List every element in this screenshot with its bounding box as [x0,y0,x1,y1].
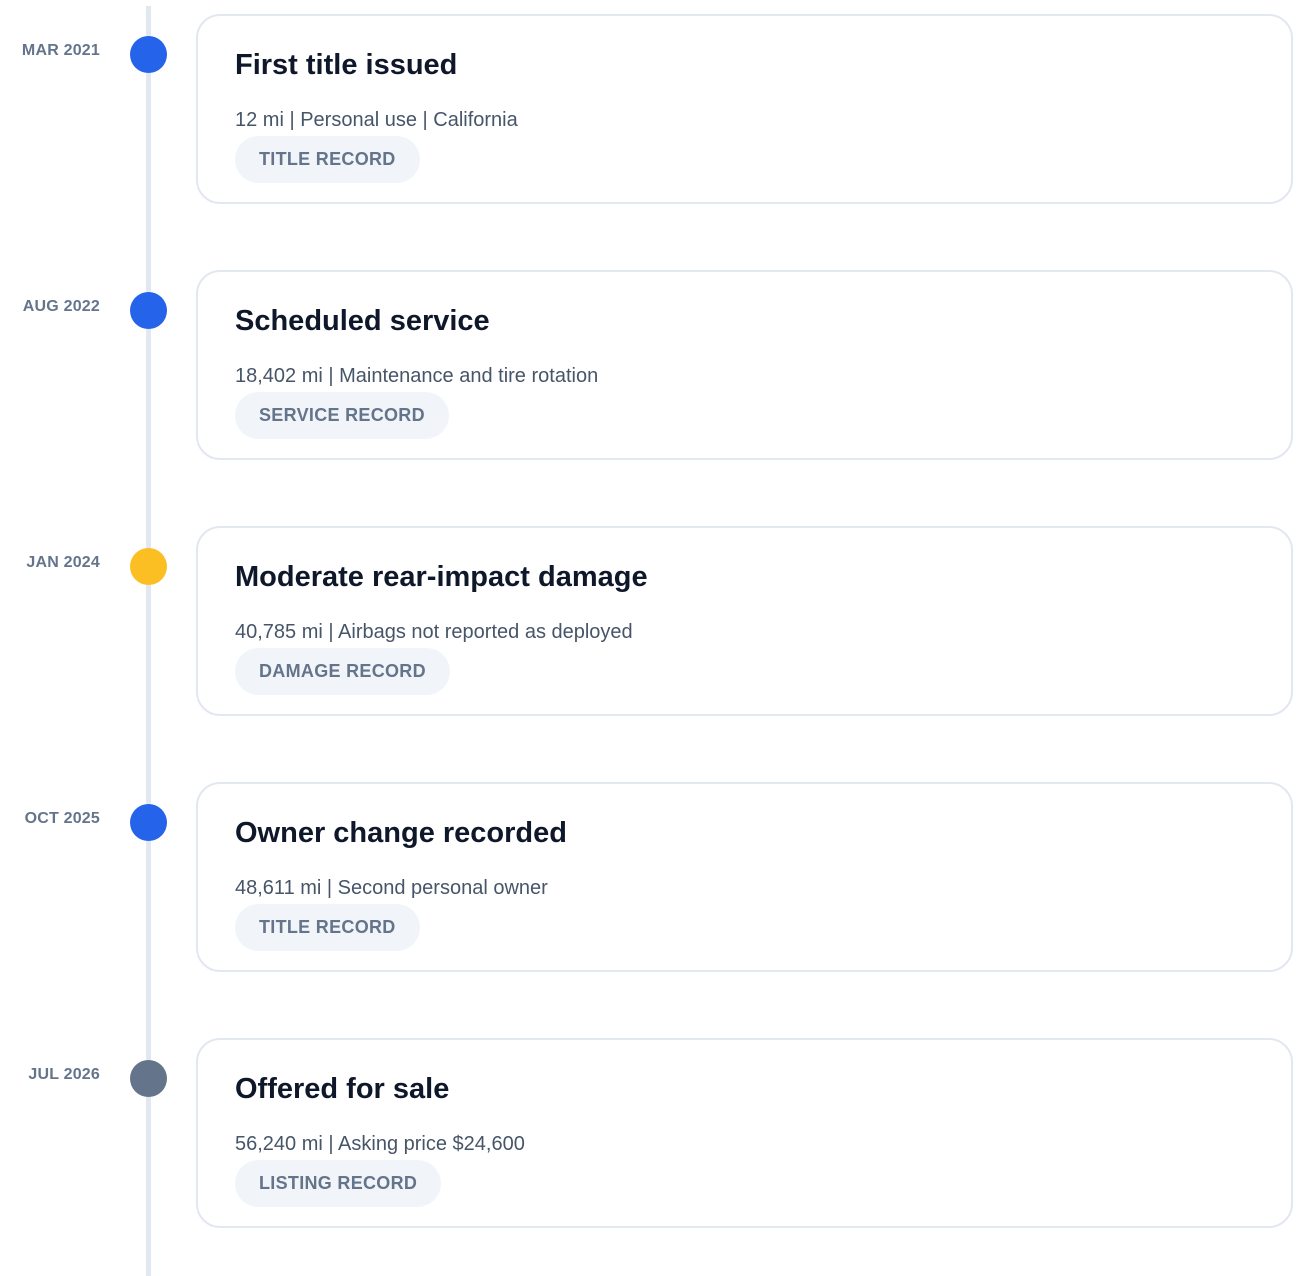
status-dot-icon [130,548,167,585]
event-title: Owner change recorded [235,817,567,849]
event-detail: 12 mi | Personal use | California [235,109,518,131]
record-type-badge: SERVICE RECORD [235,392,449,439]
record-type-badge: DAMAGE RECORD [235,648,450,695]
status-dot-icon [130,1060,167,1097]
timeline-entry: OCT 2025 Owner change recorded 48,611 mi… [0,782,1304,976]
event-card[interactable]: Owner change recorded 48,611 mi | Second… [196,782,1293,972]
vehicle-history-timeline: MAR 2021 First title issued 12 mi | Pers… [0,0,1304,1276]
event-date: OCT 2025 [24,810,100,827]
event-card[interactable]: Moderate rear-impact damage 40,785 mi | … [196,526,1293,716]
event-card[interactable]: Scheduled service 18,402 mi | Maintenanc… [196,270,1293,460]
event-date: JUL 2026 [28,1066,100,1083]
timeline-entry: AUG 2022 Scheduled service 18,402 mi | M… [0,270,1304,464]
event-date: JAN 2024 [26,554,100,571]
record-type-badge: LISTING RECORD [235,1160,442,1207]
record-type-badge: TITLE RECORD [235,904,420,951]
status-dot-icon [130,292,167,329]
event-detail: 40,785 mi | Airbags not reported as depl… [235,621,633,643]
event-detail: 18,402 mi | Maintenance and tire rotatio… [235,365,599,387]
status-dot-icon [130,36,167,73]
record-type-badge: TITLE RECORD [235,136,420,183]
event-detail: 56,240 mi | Asking price $24,600 [235,1133,525,1155]
event-detail: 48,611 mi | Second personal owner [235,877,548,899]
event-card[interactable]: Offered for sale 56,240 mi | Asking pric… [196,1038,1293,1228]
event-date: AUG 2022 [22,298,100,315]
event-title: First title issued [235,49,458,81]
event-title: Scheduled service [235,305,490,337]
timeline-entry: JUL 2026 Offered for sale 56,240 mi | As… [0,1038,1304,1232]
event-card[interactable]: First title issued 12 mi | Personal use … [196,14,1293,204]
timeline-entry: JAN 2024 Moderate rear-impact damage 40,… [0,526,1304,720]
event-date: MAR 2021 [21,42,100,59]
event-title: Moderate rear-impact damage [235,561,648,593]
event-title: Offered for sale [235,1073,450,1105]
timeline-entry: MAR 2021 First title issued 12 mi | Pers… [0,14,1304,208]
status-dot-icon [130,804,167,841]
